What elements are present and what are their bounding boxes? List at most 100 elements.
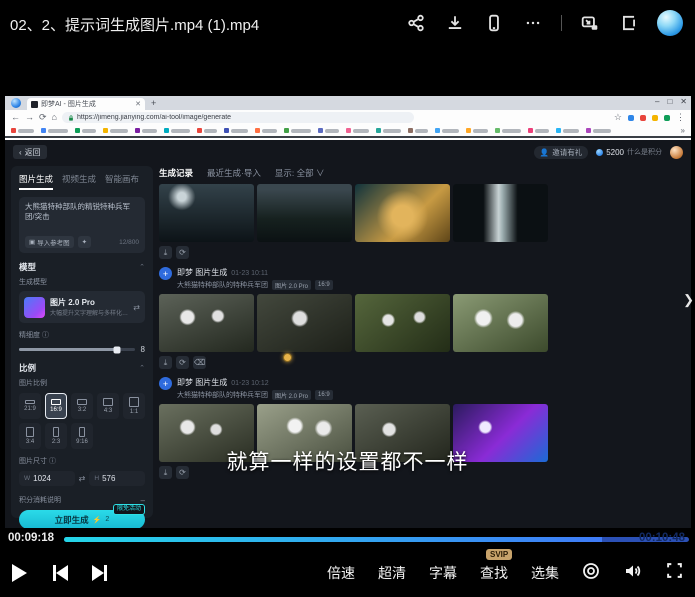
generated-image[interactable] [355,184,450,242]
maximize-icon[interactable]: □ [667,97,672,106]
phone-icon[interactable] [483,12,505,34]
ratio-option[interactable]: 1:1 [123,393,145,419]
record-icon[interactable] [582,562,600,585]
bookmark-item[interactable] [135,128,157,133]
prompt-input[interactable]: 大熊猫特种部队的精锐特种兵军团/突击 [25,202,139,236]
generate-cost: 2 [105,516,109,523]
bookmark-item[interactable] [346,128,369,133]
home-icon[interactable]: ⌂ [52,113,57,122]
regenerate-action-icon[interactable]: ⟳ [176,246,189,259]
ratio-option[interactable]: 4:3 [97,393,119,419]
import-reference-button[interactable]: ▣ 导入参考图 [25,236,74,248]
ratio-option[interactable]: 16:9 [45,393,67,419]
refresh-icon[interactable]: ⟳ [39,113,47,122]
generation-tab[interactable]: 视频生成 [62,173,96,190]
browser-menu-icon[interactable]: ⋮ [676,113,685,122]
extension-icon[interactable] [664,115,670,121]
new-tab-button[interactable]: + [151,98,156,108]
play-button[interactable] [12,564,53,582]
bookmark-item[interactable] [164,128,190,133]
previous-button[interactable] [53,565,68,581]
browser-tab[interactable]: 即梦AI - 图片生成 ✕ [27,98,145,110]
close-icon[interactable]: ✕ [680,97,687,106]
reuse-icon[interactable]: + [159,267,172,280]
side-panel-handle-icon[interactable]: ❯ [683,292,694,308]
download-action-icon[interactable]: ⤓ [159,356,172,369]
finesse-slider[interactable] [19,348,135,351]
bookmark-item[interactable] [11,128,34,133]
address-bar[interactable]: https://jimeng.jianying.com/ai-tool/imag… [62,112,414,123]
results-toolbar-item[interactable]: 生成记录 [159,167,193,179]
app-back-button[interactable]: ‹ 返回 [13,145,47,159]
search-button[interactable]: 查找 [480,565,508,581]
collapse-icon[interactable]: ⌃ [139,263,145,271]
extension-icon[interactable] [628,115,634,121]
generated-image[interactable] [453,184,548,242]
results-toolbar-item[interactable]: 最近生成·导入 [207,167,261,179]
ratio-option[interactable]: 3:2 [71,393,93,419]
extension-icon[interactable] [652,115,658,121]
generated-image[interactable] [257,294,352,352]
user-avatar[interactable] [657,10,683,36]
bookmark-item[interactable] [586,128,611,133]
fullscreen-icon[interactable] [666,562,683,584]
bookmark-item[interactable] [435,128,459,133]
bookmark-item[interactable] [466,128,488,133]
share-icon[interactable] [405,12,427,34]
subtitles-button[interactable]: 字幕 [429,563,457,583]
results-toolbar-item[interactable]: 显示: 全部 ∨ [275,167,325,179]
credits-display[interactable]: 5200 什么是积分 [596,147,662,157]
generated-image[interactable] [453,294,548,352]
invite-button[interactable]: 👤 邀请有礼 [534,146,588,159]
back-icon[interactable]: ← [11,113,20,122]
bookmark-item[interactable] [376,128,401,133]
bookmark-item[interactable] [255,128,277,133]
episodes-button[interactable]: 选集 [531,563,559,583]
bookmark-item[interactable] [224,128,248,133]
generation-tab[interactable]: 图片生成 [19,173,53,190]
regenerate-action-icon[interactable]: ⟳ [176,356,189,369]
picture-in-picture-icon[interactable] [579,12,601,34]
slider-thumb[interactable] [114,346,121,353]
generated-image[interactable] [257,184,352,242]
app-user-avatar[interactable] [670,146,683,159]
volume-icon[interactable] [623,562,643,585]
progress-bar[interactable] [64,537,689,542]
bookmark-item[interactable] [41,128,68,133]
minimize-icon[interactable]: – [655,97,659,106]
bookmark-item[interactable] [318,128,339,133]
bookmark-item[interactable] [103,128,128,133]
ratio-option[interactable]: 21:9 [19,393,41,419]
generated-image[interactable] [159,184,254,242]
tab-close-icon[interactable]: ✕ [135,100,141,108]
generation-tab[interactable]: 智能画布 [105,173,139,190]
bookmark-item[interactable] [556,128,579,133]
download-icon[interactable] [444,12,466,34]
bookmark-item[interactable] [75,128,96,133]
collapse-icon[interactable]: ⌃ [139,364,145,372]
forward-icon[interactable]: → [25,113,34,122]
reuse-icon[interactable]: + [159,377,172,390]
bookmark-item[interactable] [408,128,428,133]
speed-button[interactable]: 倍速 [327,563,355,583]
model-selector[interactable]: 图片 2.0 Pro 大幅提升文字理解与多样化风格表现，细节更精致 ⇄ [19,291,145,323]
bookmark-item[interactable] [495,128,521,133]
switch-model-icon[interactable]: ⇄ [133,303,140,312]
bookmark-star-icon[interactable]: ☆ [614,113,622,122]
delete-action-icon[interactable]: ⌫ [193,356,206,369]
bookmark-item[interactable] [528,128,549,133]
browser-profile-icon[interactable] [11,98,21,108]
mini-window-icon[interactable] [618,12,640,34]
bookmarks-overflow-icon[interactable]: » [681,126,685,135]
more-icon[interactable] [522,12,544,34]
generated-image[interactable] [159,294,254,352]
extension-icon[interactable] [640,115,646,121]
bookmark-item[interactable] [197,128,217,133]
tab-title: 即梦AI - 图片生成 [41,99,132,109]
magic-wand-button[interactable]: ✦ [78,236,91,248]
bookmark-item[interactable] [284,128,311,133]
quality-button[interactable]: 超清 [378,563,406,583]
next-button[interactable] [92,565,107,581]
generated-image[interactable] [355,294,450,352]
download-action-icon[interactable]: ⤓ [159,246,172,259]
